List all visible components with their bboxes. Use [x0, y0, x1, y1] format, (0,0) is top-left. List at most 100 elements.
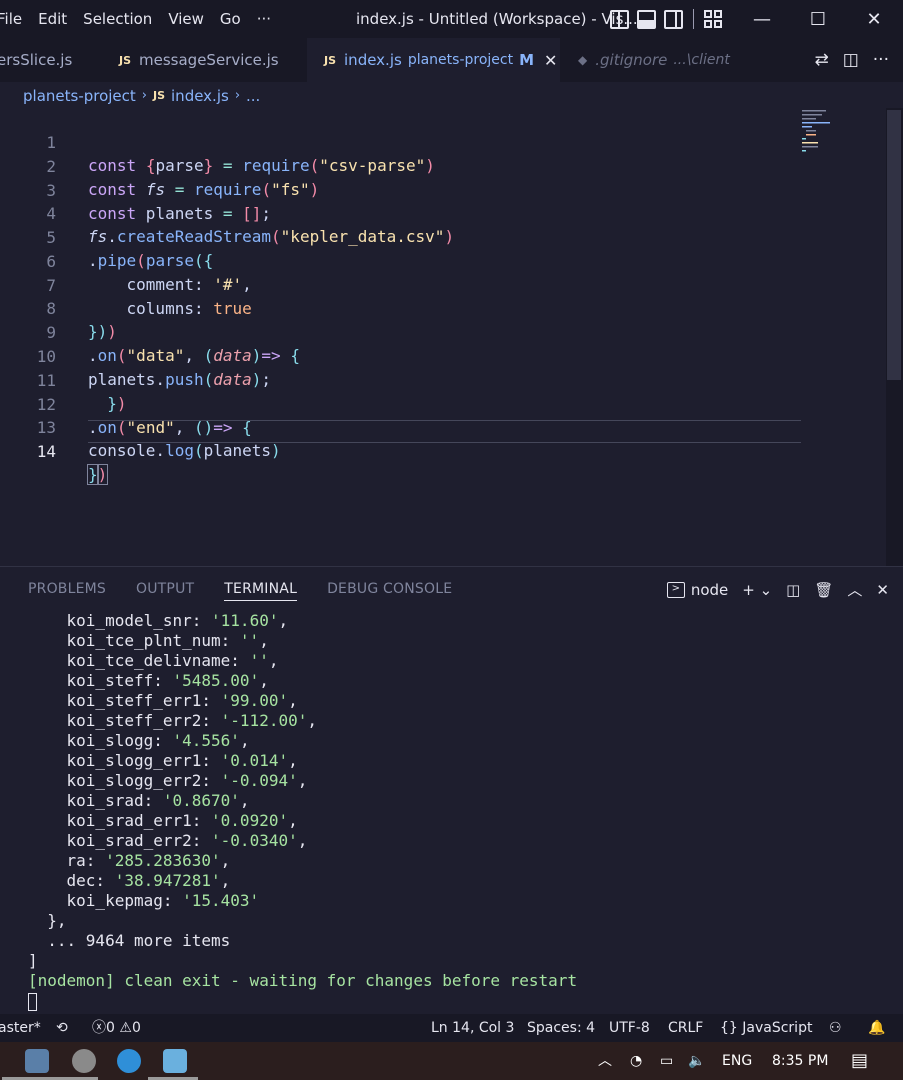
- terminal-line: dec: '38.947281',: [28, 871, 577, 891]
- chevron-right-icon: ›: [234, 88, 241, 103]
- toggle-panel-icon[interactable]: [637, 9, 656, 29]
- menu-selection[interactable]: Selection: [75, 0, 160, 38]
- tab-output[interactable]: OUTPUT: [136, 581, 194, 601]
- terminal-key: koi_slogg_err2:: [28, 771, 221, 790]
- title-bar: File Edit Selection View Go ··· index.js…: [0, 0, 903, 38]
- terminal-value: '15.403': [182, 891, 260, 910]
- tab-label: index.js: [344, 51, 402, 69]
- notification-center-icon[interactable]: ▤: [851, 1042, 868, 1080]
- show-hidden-icons-chevron-icon[interactable]: ︿: [598, 1042, 612, 1080]
- split-editor-icon[interactable]: ◫: [843, 50, 859, 70]
- javascript-file-icon: JS: [119, 53, 132, 67]
- terminal-punctuation: ,: [288, 691, 298, 710]
- terminal-punctuation: ,: [288, 751, 298, 770]
- terminal-punctuation: ,: [259, 671, 269, 690]
- problems-indicator[interactable]: ⓧ0 ⚠0: [92, 1014, 141, 1042]
- edge-browser-icon[interactable]: [117, 1049, 141, 1073]
- modified-indicator: M: [519, 51, 535, 69]
- open-changes-icon[interactable]: ⇄: [814, 50, 828, 70]
- tab-terminal[interactable]: TERMINAL: [224, 581, 298, 601]
- cursor-position[interactable]: Ln 14, Col 3: [431, 1014, 514, 1042]
- terminal-punctuation: ,: [288, 811, 298, 830]
- terminal-key: koi_steff_err1:: [28, 691, 221, 710]
- terminal-line: koi_model_snr: '11.60',: [28, 611, 577, 631]
- terminal-punctuation: ,: [239, 731, 250, 750]
- close-panel-icon[interactable]: ✕: [876, 581, 889, 599]
- toggle-primary-sidebar-icon[interactable]: [610, 9, 629, 29]
- notifications-icon[interactable]: 🔔: [868, 1014, 885, 1042]
- code-editor[interactable]: 1 const {parse} = require("csv-parse") 2…: [0, 108, 903, 566]
- terminal-line: koi_tce_plnt_num: '',: [28, 631, 577, 651]
- remote-desktop-icon[interactable]: [25, 1049, 49, 1073]
- tab-gitignore[interactable]: ◆ .gitignore ...\client: [560, 38, 760, 82]
- terminal-value: '0.014': [220, 751, 289, 770]
- indentation[interactable]: Spaces: 4: [527, 1014, 595, 1042]
- menu-go[interactable]: Go: [212, 0, 249, 38]
- breadcrumb-symbols[interactable]: ...: [246, 84, 260, 108]
- encoding[interactable]: UTF-8: [609, 1014, 650, 1042]
- maximize-button[interactable]: ☐: [790, 0, 846, 38]
- end-of-line[interactable]: CRLF: [668, 1014, 703, 1042]
- menu-edit[interactable]: Edit: [30, 0, 75, 38]
- input-language[interactable]: ENG: [722, 1042, 752, 1080]
- menu-bar: File Edit Selection View Go ···: [0, 0, 279, 38]
- bottom-panel: PROBLEMS OUTPUT TERMINAL DEBUG CONSOLE >…: [0, 566, 903, 1014]
- tab-index-js[interactable]: JS index.js planets-project M ✕: [307, 38, 560, 82]
- trash-icon[interactable]: 🗑: [814, 581, 833, 599]
- terminal-key: koi_srad_err1:: [28, 811, 212, 830]
- code-line: 13 console.log(planets): [0, 393, 800, 460]
- terminal-punctuation: ,: [220, 871, 231, 890]
- tab-debug-console[interactable]: DEBUG CONSOLE: [327, 581, 452, 601]
- line-number: 14: [36, 442, 56, 461]
- customize-layout-icon[interactable]: [704, 9, 723, 29]
- terminal-key: koi_srad:: [28, 791, 163, 810]
- terminal-value: '': [249, 651, 269, 670]
- minimap[interactable]: [800, 108, 886, 568]
- code-line: 12 .on("end", ()=> {: [0, 370, 800, 437]
- tab-problems[interactable]: PROBLEMS: [28, 581, 106, 601]
- battery-icon[interactable]: ▭: [660, 1042, 673, 1080]
- terminal-key: koi_kepmag:: [28, 891, 183, 910]
- settings-gear-icon[interactable]: [72, 1049, 96, 1073]
- terminal-value: '99.00': [220, 691, 289, 710]
- menu-file[interactable]: File: [0, 0, 30, 38]
- language-mode[interactable]: {} JavaScript: [720, 1014, 812, 1042]
- close-tab-icon[interactable]: ✕: [544, 51, 557, 70]
- menu-more[interactable]: ···: [249, 0, 279, 38]
- code-line: 10 planets.push(data);: [0, 322, 800, 389]
- menu-view[interactable]: View: [160, 0, 212, 38]
- window-title: index.js - Untitled (Workspace) - Vis...: [356, 10, 638, 28]
- minimize-button[interactable]: —: [734, 0, 790, 38]
- app-icon[interactable]: [163, 1049, 187, 1073]
- terminal-key: koi_slogg_err1:: [28, 751, 221, 770]
- layout-controls: [610, 9, 723, 29]
- nodemon-status-line: [nodemon] clean exit - waiting for chang…: [28, 971, 578, 990]
- wifi-icon[interactable]: ◔: [630, 1042, 642, 1080]
- code-line: 6 comment: '#',: [0, 227, 800, 294]
- terminal-key: koi_tce_delivname:: [28, 651, 250, 670]
- terminal-punctuation: ,: [297, 831, 308, 850]
- accounts-icon[interactable]: ⚇: [829, 1014, 842, 1042]
- toggle-secondary-sidebar-icon[interactable]: [664, 9, 683, 29]
- breadcrumb-folder[interactable]: planets-project: [23, 84, 136, 108]
- clock[interactable]: 8:35 PM: [772, 1042, 828, 1080]
- sync-icon[interactable]: ⟲: [56, 1014, 68, 1042]
- panel-tabs: PROBLEMS OUTPUT TERMINAL DEBUG CONSOLE: [28, 581, 452, 601]
- tab-message-service[interactable]: JS messageService.js: [107, 38, 307, 82]
- new-terminal-icon[interactable]: + ⌄: [742, 581, 772, 599]
- terminal-selector[interactable]: > node: [666, 581, 728, 599]
- terminal-line: koi_tce_delivname: '',: [28, 651, 577, 671]
- tab-users-slice[interactable]: ersSlice.js: [0, 38, 107, 82]
- maximize-panel-icon[interactable]: ︿: [847, 579, 862, 600]
- breadcrumb-file[interactable]: index.js: [171, 84, 229, 108]
- scrollbar-thumb[interactable]: [887, 110, 901, 380]
- more-actions-icon[interactable]: ···: [873, 50, 889, 70]
- close-window-button[interactable]: ✕: [846, 0, 902, 38]
- git-branch[interactable]: aster*: [0, 1014, 41, 1042]
- language-label: JavaScript: [742, 1020, 813, 1036]
- divider: [693, 9, 694, 29]
- terminal-line: koi_srad_err1: '0.0920',: [28, 811, 577, 831]
- volume-icon[interactable]: 🔈: [688, 1042, 705, 1080]
- terminal-output[interactable]: koi_model_snr: '11.60', koi_tce_plnt_num…: [28, 611, 577, 1011]
- split-terminal-icon[interactable]: ◫: [786, 581, 800, 599]
